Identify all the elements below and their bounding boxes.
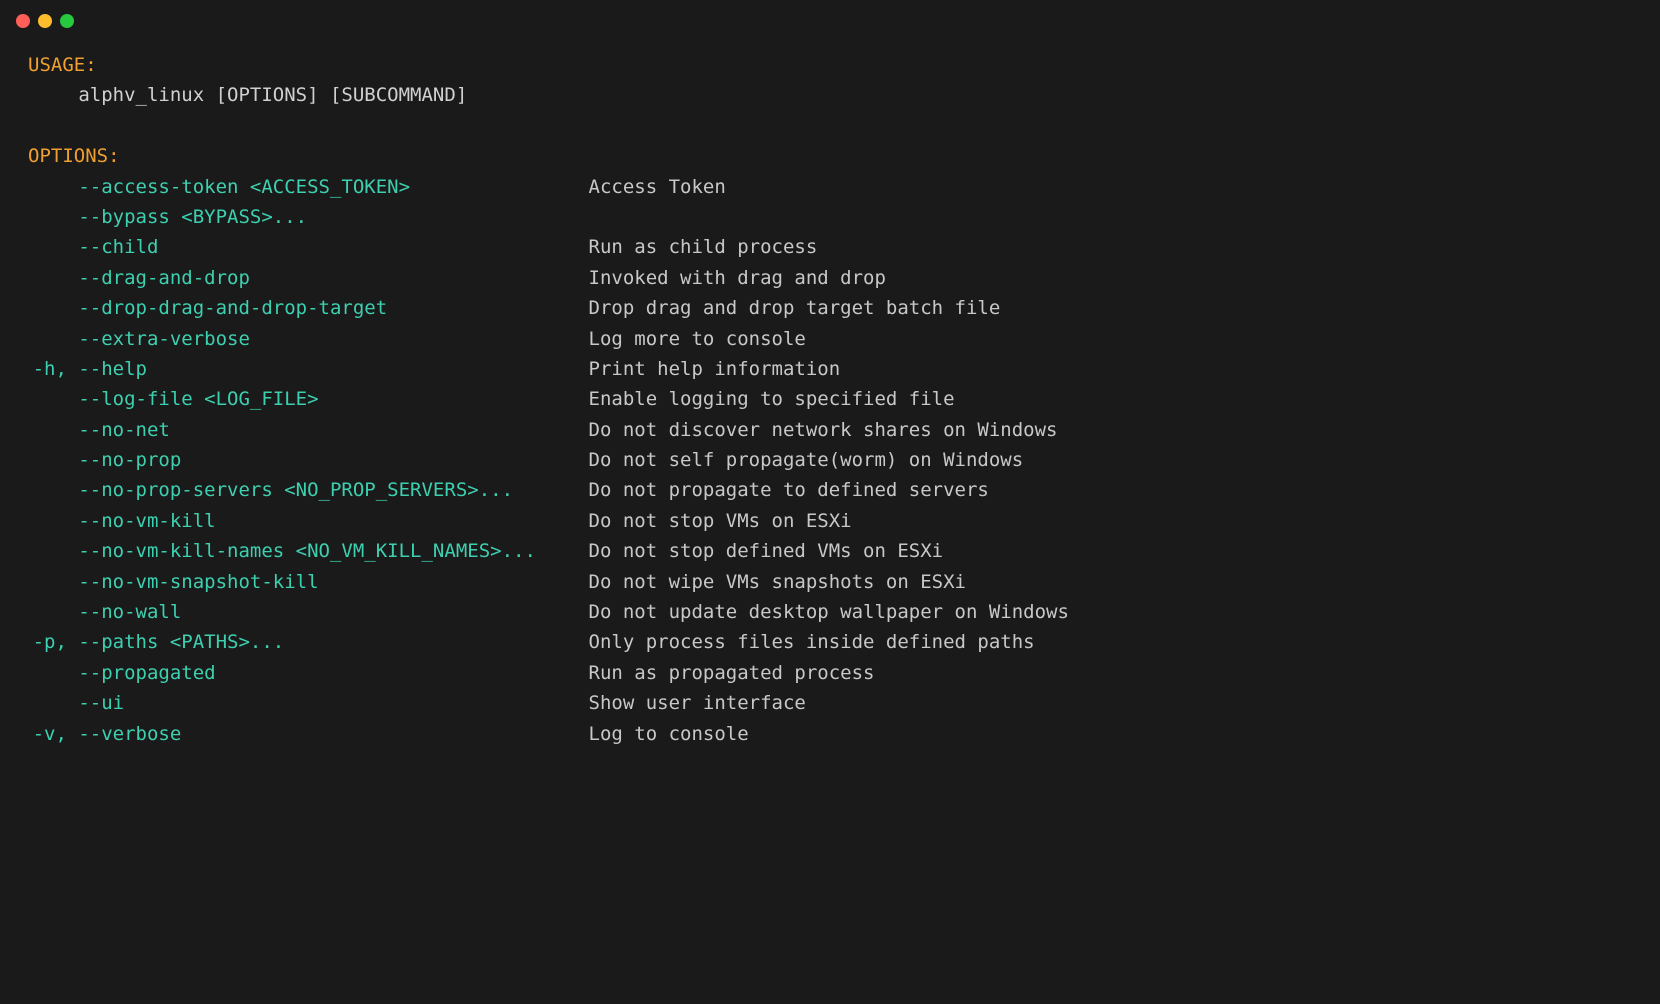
option-row: -h, --helpPrint help information (28, 354, 1632, 384)
option-long-flag: --no-vm-kill-names <NO_VM_KILL_NAMES>... (78, 536, 588, 566)
option-short-flag (28, 567, 78, 597)
option-short-flag: -v, (28, 719, 78, 749)
terminal-window: USAGE: alphv_linux [OPTIONS] [SUBCOMMAND… (0, 0, 1660, 1004)
option-description: Do not discover network shares on Window… (589, 415, 1058, 445)
option-long-flag: --ui (78, 688, 588, 718)
option-description: Do not wipe VMs snapshots on ESXi (589, 567, 967, 597)
option-short-flag (28, 263, 78, 293)
option-short-flag: -p, (28, 627, 78, 657)
option-short-flag (28, 415, 78, 445)
option-row: --childRun as child process (28, 232, 1632, 262)
option-short-flag (28, 202, 78, 232)
option-row: --no-prop-servers <NO_PROP_SERVERS>...Do… (28, 475, 1632, 505)
option-description: Log to console (589, 719, 749, 749)
option-long-flag: --no-wall (78, 597, 588, 627)
options-header: OPTIONS: (28, 141, 1632, 171)
option-short-flag (28, 293, 78, 323)
option-long-flag: --child (78, 232, 588, 262)
option-long-flag: --log-file <LOG_FILE> (78, 384, 588, 414)
option-long-flag: --no-net (78, 415, 588, 445)
option-description: Do not stop VMs on ESXi (589, 506, 852, 536)
option-short-flag (28, 232, 78, 262)
options-list: --access-token <ACCESS_TOKEN>Access Toke… (28, 172, 1632, 749)
option-long-flag: --no-prop (78, 445, 588, 475)
maximize-icon[interactable] (60, 14, 74, 28)
terminal-output: USAGE: alphv_linux [OPTIONS] [SUBCOMMAND… (0, 38, 1660, 777)
option-description: Invoked with drag and drop (589, 263, 886, 293)
option-row: --log-file <LOG_FILE>Enable logging to s… (28, 384, 1632, 414)
option-row: --uiShow user interface (28, 688, 1632, 718)
option-row: --extra-verboseLog more to console (28, 324, 1632, 354)
option-description: Do not propagate to defined servers (589, 475, 989, 505)
option-description: Print help information (589, 354, 841, 384)
option-long-flag: --no-vm-snapshot-kill (78, 567, 588, 597)
option-row: --no-vm-snapshot-killDo not wipe VMs sna… (28, 567, 1632, 597)
option-short-flag: -h, (28, 354, 78, 384)
option-row: --no-wallDo not update desktop wallpaper… (28, 597, 1632, 627)
option-row: --access-token <ACCESS_TOKEN>Access Toke… (28, 172, 1632, 202)
window-titlebar (0, 0, 1660, 38)
option-long-flag: --extra-verbose (78, 324, 588, 354)
option-description: Do not stop defined VMs on ESXi (589, 536, 944, 566)
option-description: Run as propagated process (589, 658, 875, 688)
option-short-flag (28, 445, 78, 475)
option-row: --bypass <BYPASS>... (28, 202, 1632, 232)
option-description: Do not self propagate(worm) on Windows (589, 445, 1024, 475)
option-row: -p, --paths <PATHS>...Only process files… (28, 627, 1632, 657)
option-description: Only process files inside defined paths (589, 627, 1035, 657)
option-short-flag (28, 172, 78, 202)
option-long-flag: --no-vm-kill (78, 506, 588, 536)
minimize-icon[interactable] (38, 14, 52, 28)
option-row: --propagatedRun as propagated process (28, 658, 1632, 688)
option-description: Show user interface (589, 688, 806, 718)
option-short-flag (28, 536, 78, 566)
option-long-flag: --verbose (78, 719, 588, 749)
option-long-flag: --bypass <BYPASS>... (78, 202, 588, 232)
option-long-flag: --help (78, 354, 588, 384)
option-long-flag: --no-prop-servers <NO_PROP_SERVERS>... (78, 475, 588, 505)
option-row: -v, --verboseLog to console (28, 719, 1632, 749)
option-row: --drag-and-dropInvoked with drag and dro… (28, 263, 1632, 293)
option-long-flag: --drag-and-drop (78, 263, 588, 293)
option-long-flag: --access-token <ACCESS_TOKEN> (78, 172, 588, 202)
option-short-flag (28, 658, 78, 688)
option-short-flag (28, 506, 78, 536)
option-long-flag: --paths <PATHS>... (78, 627, 588, 657)
option-long-flag: --drop-drag-and-drop-target (78, 293, 588, 323)
option-row: --no-netDo not discover network shares o… (28, 415, 1632, 445)
usage-line: alphv_linux [OPTIONS] [SUBCOMMAND] (28, 80, 1632, 110)
option-long-flag: --propagated (78, 658, 588, 688)
option-description: Log more to console (589, 324, 806, 354)
usage-header: USAGE: (28, 50, 1632, 80)
blank-line (28, 111, 1632, 141)
option-row: --no-vm-kill-names <NO_VM_KILL_NAMES>...… (28, 536, 1632, 566)
option-short-flag (28, 324, 78, 354)
option-description: Do not update desktop wallpaper on Windo… (589, 597, 1069, 627)
option-description: Access Token (589, 172, 726, 202)
option-row: --no-propDo not self propagate(worm) on … (28, 445, 1632, 475)
option-row: --drop-drag-and-drop-targetDrop drag and… (28, 293, 1632, 323)
option-short-flag (28, 597, 78, 627)
option-short-flag (28, 688, 78, 718)
option-description: Enable logging to specified file (589, 384, 955, 414)
close-icon[interactable] (16, 14, 30, 28)
option-description: Drop drag and drop target batch file (589, 293, 1001, 323)
option-short-flag (28, 384, 78, 414)
option-row: --no-vm-killDo not stop VMs on ESXi (28, 506, 1632, 536)
option-description: Run as child process (589, 232, 818, 262)
option-short-flag (28, 475, 78, 505)
